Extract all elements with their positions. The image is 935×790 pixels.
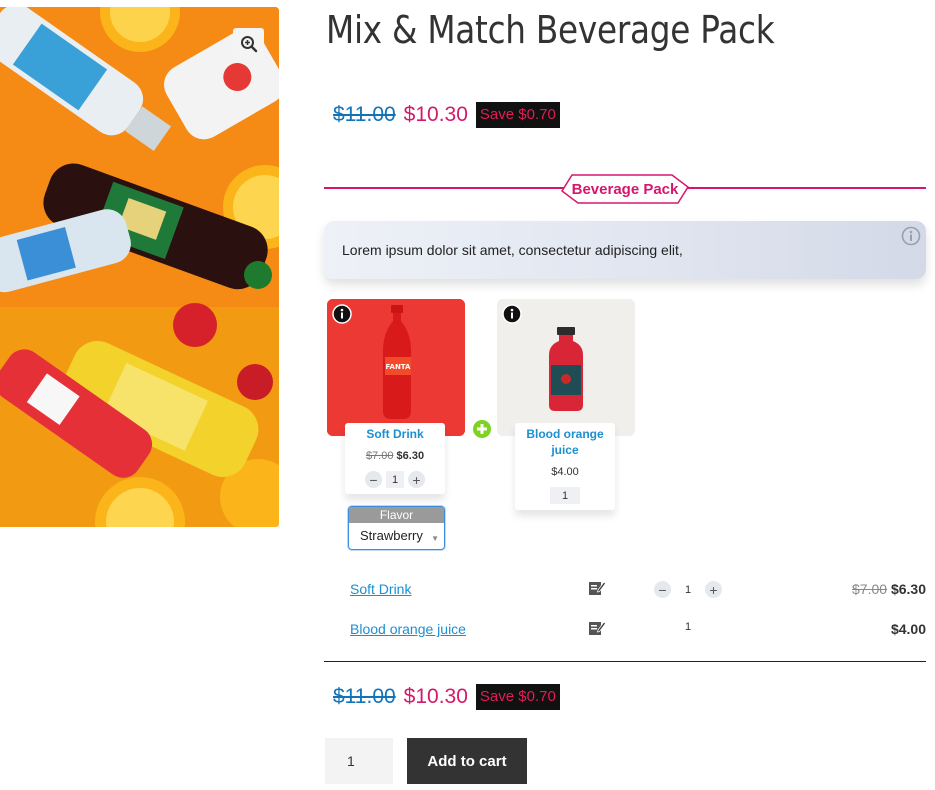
description-box: Lorem ipsum dolor sit amet, consectetur … [324, 221, 926, 279]
blood-orange-juice-details: Blood orange juice $4.00 1 [515, 423, 615, 510]
quantity-value: 1 [550, 487, 580, 504]
edit-icon[interactable] [588, 619, 606, 637]
summary-row-blood-orange-juice: Blood orange juice 1 $4.00 [324, 621, 926, 645]
summary-quantity: 1 [679, 621, 697, 633]
total-price: $11.00 $10.30 Save $0.70 [333, 684, 560, 710]
soft-drink-image[interactable]: FANTA [327, 299, 465, 436]
card-product-name[interactable]: Soft Drink [345, 423, 445, 442]
info-icon[interactable] [332, 304, 352, 324]
product-title: Mix & Match Beverage Pack [326, 8, 775, 52]
total-regular-price: $11.00 [333, 685, 396, 708]
svg-text:FANTA: FANTA [386, 363, 411, 371]
beverages-photo [0, 7, 279, 527]
summary-sale-price: $6.30 [890, 581, 926, 597]
card-regular-price: $7.00 [365, 450, 394, 462]
card-price: $7.00 $6.30 [345, 450, 445, 462]
edit-icon[interactable] [588, 579, 606, 597]
zoom-in-icon [240, 35, 257, 52]
product-card-blood-orange-juice: Blood orange juice $4.00 1 [497, 299, 635, 510]
product-card-soft-drink: FANTA Soft Drink $7.00 $6.30 − 1 + [327, 299, 465, 494]
decrease-button[interactable]: − [654, 581, 671, 598]
info-icon[interactable] [502, 304, 522, 324]
summary-item-link[interactable]: Soft Drink [350, 581, 411, 597]
soft-drink-details: Soft Drink $7.00 $6.30 − 1 + [345, 423, 445, 494]
summary-item-link[interactable]: Blood orange juice [350, 621, 466, 637]
quantity-value: 1 [684, 583, 692, 596]
summary-price: $7.00 $6.30 [852, 581, 926, 597]
flavor-label: Flavor [349, 507, 444, 523]
blood-orange-juice-image[interactable] [497, 299, 635, 436]
summary-price: $4.00 [891, 621, 926, 637]
card-product-name[interactable]: Blood orange juice [515, 423, 615, 458]
description-text: Lorem ipsum dolor sit amet, consectetur … [342, 242, 683, 258]
quantity-value[interactable]: 1 [386, 471, 404, 488]
summary-divider [324, 661, 926, 662]
flavor-select[interactable]: Flavor Strawberry ▼ [348, 506, 445, 550]
quantity-display: 1 [515, 487, 615, 504]
info-icon[interactable] [901, 226, 921, 246]
section-title: Beverage Pack [571, 180, 679, 198]
flavor-value: Strawberry [360, 528, 423, 543]
product-price: $11.00 $10.30 Save $0.70 [333, 102, 560, 128]
zoom-button[interactable] [233, 28, 264, 59]
plus-icon [473, 420, 491, 438]
section-heading: Beverage Pack [560, 174, 690, 204]
card-price: $4.00 [515, 466, 615, 478]
sale-price: $10.30 [403, 103, 468, 126]
summary-price-value: $4.00 [890, 621, 926, 637]
save-badge: Save $0.70 [475, 102, 560, 128]
card-sale-price: $6.30 [396, 450, 425, 462]
summary-regular-price: $7.00 [852, 581, 888, 597]
card-price-value: $4.00 [551, 466, 579, 478]
flavor-selected-value[interactable]: Strawberry ▼ [349, 523, 444, 543]
cart-quantity-input[interactable]: 1 [325, 738, 393, 784]
summary-row-soft-drink: Soft Drink − 1 + $7.00 $6.30 [324, 581, 926, 605]
quantity-value: 1 [684, 621, 692, 633]
increase-button[interactable]: + [408, 471, 425, 488]
regular-price: $11.00 [333, 103, 396, 126]
summary-quantity-stepper: − 1 + [654, 581, 722, 598]
increase-button[interactable]: + [705, 581, 722, 598]
chevron-down-icon: ▼ [431, 534, 439, 543]
quantity-stepper: − 1 + [345, 471, 445, 488]
total-save-badge: Save $0.70 [475, 684, 560, 710]
add-to-cart-button[interactable]: Add to cart [407, 738, 527, 784]
decrease-button[interactable]: − [365, 471, 382, 488]
product-gallery-image[interactable] [0, 7, 279, 527]
total-sale-price: $10.30 [403, 685, 468, 708]
